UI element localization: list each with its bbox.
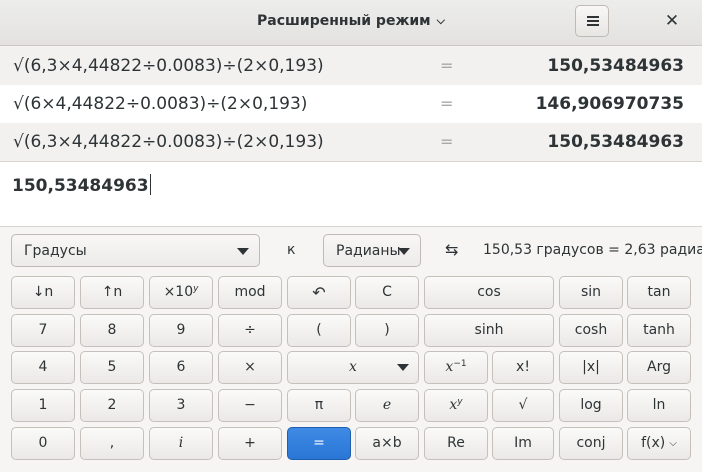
digit-5-button[interactable]: 5 (80, 351, 144, 384)
conjugate-button[interactable]: conj (559, 427, 623, 460)
imaginary-button[interactable]: i (149, 427, 213, 460)
digit-8-button[interactable]: 8 (80, 314, 144, 347)
arg-button[interactable]: Arg (627, 351, 691, 384)
superscript-button[interactable]: ↑n (80, 276, 144, 309)
pi-button[interactable]: π (287, 389, 351, 422)
factorial-button[interactable]: x! (492, 351, 554, 384)
tanh-button[interactable]: tanh (627, 314, 691, 347)
exponent-button[interactable]: ×10y (149, 276, 213, 309)
close-paren-button[interactable]: ) (355, 314, 419, 347)
digit-6-button[interactable]: 6 (149, 351, 213, 384)
dropdown-arrow-icon (397, 364, 409, 371)
tan-button[interactable]: tan (627, 276, 691, 309)
open-paren-button[interactable]: ( (287, 314, 351, 347)
add-button[interactable]: + (218, 427, 282, 460)
sinh-button[interactable]: sinh (424, 314, 554, 347)
equals-button[interactable]: = (287, 427, 351, 460)
undo-button[interactable]: ↶ (287, 276, 351, 309)
subtract-button[interactable]: − (218, 389, 282, 422)
mod-button[interactable]: mod (218, 276, 282, 309)
chevron-down-icon: ⌵ (669, 438, 677, 449)
sin-button[interactable]: sin (559, 276, 623, 309)
power-button[interactable]: xy (424, 389, 488, 422)
digit-0-button[interactable]: 0 (11, 427, 75, 460)
real-part-button[interactable]: Re (424, 427, 488, 460)
imaginary-part-button[interactable]: Im (492, 427, 554, 460)
digit-3-button[interactable]: 3 (149, 389, 213, 422)
digit-9-button[interactable]: 9 (149, 314, 213, 347)
log-button[interactable]: log (559, 389, 623, 422)
inverse-button[interactable]: x−1 (424, 351, 488, 384)
sqrt-button[interactable]: √ (492, 389, 554, 422)
clear-button[interactable]: C (355, 276, 419, 309)
variable-x-button[interactable]: x (287, 351, 419, 384)
ln-button[interactable]: ln (627, 389, 691, 422)
function-button[interactable]: f(x) ⌵ (627, 427, 691, 460)
cos-button[interactable]: cos (424, 276, 554, 309)
decimal-separator-button[interactable]: , (80, 427, 144, 460)
cosh-button[interactable]: cosh (559, 314, 623, 347)
digit-1-button[interactable]: 1 (11, 389, 75, 422)
divide-button[interactable]: ÷ (218, 314, 282, 347)
euler-button[interactable]: e (355, 389, 419, 422)
digit-4-button[interactable]: 4 (11, 351, 75, 384)
factorize-button[interactable]: a×b (355, 427, 419, 460)
abs-button[interactable]: |x| (559, 351, 623, 384)
multiply-button[interactable]: × (218, 351, 282, 384)
subscript-button[interactable]: ↓n (11, 276, 75, 309)
keypad: ↓n ↑n ×10y mod ↶ C cos sin tan 7 8 9 ÷ (… (0, 0, 702, 472)
digit-2-button[interactable]: 2 (80, 389, 144, 422)
digit-7-button[interactable]: 7 (11, 314, 75, 347)
